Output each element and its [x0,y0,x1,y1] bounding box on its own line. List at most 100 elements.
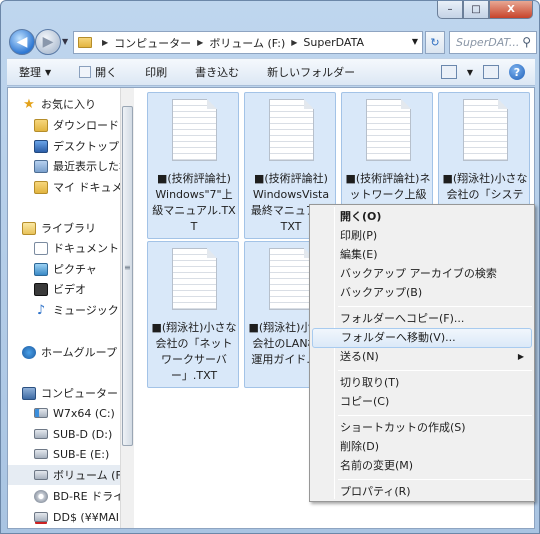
search-input[interactable]: SuperDAT... ⚲ [449,31,537,54]
nav-drive-d[interactable]: SUB-D (D:) [34,424,112,444]
star-icon: ★ [23,96,35,112]
recent-places-icon [34,159,48,173]
menu-open[interactable]: 開く(O) [312,207,532,227]
text-file-icon [172,248,217,310]
toolbar-right: ▼ ? [440,64,525,80]
file-name: ■(技術評論社) Windows"7"上級マニュアル.TXT [152,172,236,233]
search-icon[interactable]: ⚲ [522,35,531,49]
breadcrumb-separator[interactable]: ▶ [197,38,203,47]
menu-delete[interactable]: 削除(D) [312,437,532,457]
new-folder-button[interactable]: 新しいフォルダー [267,64,355,80]
nav-label: ホームグループ [41,346,118,359]
breadcrumb-separator[interactable]: ▶ [102,38,108,47]
nav-libraries[interactable]: ライブラリ [22,218,96,238]
preview-pane-icon[interactable] [483,65,499,79]
nav-label: 最近表示した場 [53,160,120,173]
drive-icon [34,470,48,480]
menu-rename[interactable]: 名前の変更(M) [312,456,532,476]
menu-send-to[interactable]: 送る(N) ▶ [312,347,532,367]
print-button[interactable]: 印刷 [145,64,167,80]
breadcrumb-computer[interactable]: コンピューター [114,35,191,51]
navigation-bar: ◀ ▶ ▼ ▶ コンピューター ▶ ボリューム (F:) ▶ SuperDATA… [7,27,537,57]
open-icon [79,66,92,78]
file-name: ■(翔泳社)小さな会社の「ネットワークサーバー」.TXT [151,321,237,382]
forward-button[interactable]: ▶ [35,29,61,55]
burn-button[interactable]: 書き込む [195,64,239,80]
open-button[interactable]: 開く [79,64,117,80]
back-button[interactable]: ◀ [9,29,35,55]
homegroup-icon [22,345,36,359]
nav-downloads[interactable]: ダウンロード [34,115,119,135]
nav-music[interactable]: ♪ ミュージック [34,300,119,320]
menu-edit[interactable]: 編集(E) [312,245,532,265]
nav-drive-c[interactable]: W7x64 (C:) [34,403,115,423]
menu-separator [338,370,532,371]
menu-move-to-folder[interactable]: フォルダーへ移動(V)... [312,328,532,348]
menu-print[interactable]: 印刷(P) [312,226,532,246]
command-bar: 整理 ▼ 開く 印刷 書き込む 新しいフォルダー ▼ ? [7,58,535,86]
nav-homegroup[interactable]: ホームグループ [22,342,117,362]
nav-label: SUB-E (E:) [53,447,110,461]
nav-favorites[interactable]: ★ お気に入り [22,94,96,114]
folder-icon [78,37,92,48]
pictures-icon [34,262,48,276]
address-bar[interactable]: ▶ コンピューター ▶ ボリューム (F:) ▶ SuperDATA ▼ [73,31,423,54]
library-icon [22,221,36,235]
nav-label: BD-RE ドライブ [53,490,120,503]
bd-drive-icon [34,489,48,503]
nav-drive-network[interactable]: DD$ (¥¥MAIN [34,507,120,527]
menu-separator [338,415,532,416]
nav-documents[interactable]: ドキュメント [34,238,119,258]
help-icon[interactable]: ? [509,64,525,80]
breadcrumb-volume-f[interactable]: ボリューム (F:) [209,35,285,51]
file-item[interactable]: ■(技術評論社) Windows"7"上級マニュアル.TXT [147,92,239,239]
folder-icon [34,180,48,194]
nav-label: DD$ (¥¥MAIN [53,510,120,524]
forward-arrow-icon: ▶ [42,34,54,50]
menu-cut[interactable]: 切り取り(T) [312,373,532,393]
organize-button[interactable]: 整理 ▼ [19,64,51,80]
navigation-pane-scrollbar[interactable]: ≡ [120,88,134,528]
chevron-down-icon[interactable]: ▼ [467,68,473,77]
back-arrow-icon: ◀ [16,34,28,50]
view-options-icon[interactable] [440,65,457,79]
text-file-icon [172,99,217,161]
address-dropdown-icon[interactable]: ▼ [412,37,418,46]
nav-videos[interactable]: ビデオ [34,279,86,299]
file-item[interactable]: ■(翔泳社)小さな会社の「ネットワークサーバー」.TXT [147,241,239,388]
scrollbar-thumb[interactable] [122,106,133,446]
downloads-folder-icon [34,118,48,132]
nav-label: ピクチャ [53,263,97,276]
menu-copy[interactable]: コピー(C) [312,392,532,412]
refresh-button[interactable]: ↻ [425,31,445,54]
breadcrumb-separator[interactable]: ▶ [291,38,297,47]
nav-label: デスクトップ [53,140,119,153]
close-button[interactable]: X [489,1,533,19]
submenu-arrow-icon: ▶ [517,352,524,361]
menu-create-shortcut[interactable]: ショートカットの作成(S) [312,418,532,438]
nav-pictures[interactable]: ピクチャ [34,259,97,279]
minimize-button[interactable]: – [437,1,463,19]
menu-copy-to-folder[interactable]: フォルダーへコピー(F)... [312,309,532,329]
nav-desktop[interactable]: デスクトップ [34,136,119,156]
nav-label: マイ ドキュメント [53,181,120,194]
nav-label: SUB-D (D:) [53,427,113,441]
menu-backup[interactable]: バックアップ(B) [312,283,532,303]
text-file-icon [269,248,314,310]
nav-my-documents[interactable]: マイ ドキュメント [34,177,120,197]
system-drive-icon [34,408,48,418]
menu-properties[interactable]: プロパティ(R) [312,482,532,502]
search-placeholder: SuperDAT... [456,36,520,49]
nav-drive-f[interactable]: ボリューム (F:) [8,465,120,485]
recent-pages-dropdown[interactable]: ▼ [62,37,68,46]
document-icon [34,241,48,255]
maximize-button[interactable]: □ [463,1,489,19]
nav-drive-bd[interactable]: BD-RE ドライブ [34,486,120,506]
organize-label: 整理 [19,66,41,79]
nav-drive-e[interactable]: SUB-E (E:) [34,444,109,464]
nav-label: W7x64 (C:) [53,406,115,420]
breadcrumb-superdata[interactable]: SuperDATA [303,36,364,49]
menu-backup-search[interactable]: バックアップ アーカイブの検索 [312,264,532,284]
nav-recent[interactable]: 最近表示した場 [34,156,120,176]
nav-computer[interactable]: コンピューター [22,383,118,403]
